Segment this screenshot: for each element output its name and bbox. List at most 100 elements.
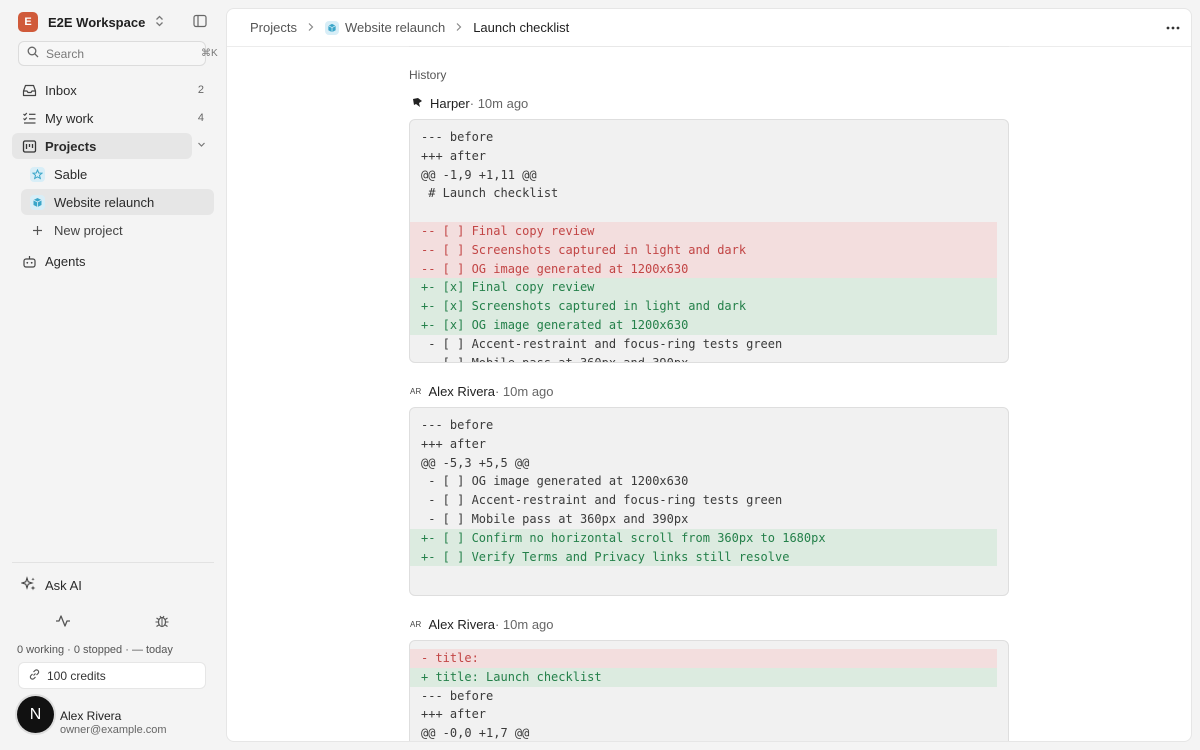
history-time: · 10m ago [469, 95, 529, 111]
history-time: · 10m ago [494, 616, 554, 632]
history-title: History [409, 68, 447, 82]
diff-line-context: --- before [421, 130, 494, 144]
agent-glyph-icon [412, 96, 423, 111]
diff-line-context: - [ ] Mobile pass at 360px and 390px [421, 511, 689, 526]
star-icon [30, 166, 45, 182]
link-icon [28, 668, 41, 684]
new-project-button[interactable]: New project [21, 217, 214, 243]
diff-line-removed: - title: [410, 649, 997, 668]
inbox-count: 2 [197, 84, 204, 96]
diff-line-removed: -- [ ] Final copy review [410, 221, 997, 241]
sidebar-item-label: Website relaunch [54, 194, 155, 210]
author-initials: AR [410, 386, 422, 396]
diff-block: --- before +++ after @@ -5,3 +5,5 @@ - [ ]… [409, 407, 1009, 596]
sidebar-item-label: New project [54, 222, 123, 238]
diff-line-context: +++ after [421, 148, 487, 163]
chevron-right-icon [455, 21, 463, 35]
workspace-name: E2E Workspace [48, 14, 146, 30]
diff-line-added: +- [x] Screenshots captured in light and… [410, 297, 997, 316]
diff-line-added: + title: Launch checklist [410, 667, 997, 687]
diff-line-added: +- [ ] Verify Terms and Privacy links st… [410, 547, 997, 567]
sparkles-icon [20, 575, 37, 595]
main-panel: Projects Website relaunch Launch checkli… [226, 8, 1192, 742]
sidebar-item-projects[interactable]: Projects [12, 133, 192, 159]
diff-line-added: +- [x] Final copy review [410, 278, 997, 298]
chevron-right-icon [307, 21, 315, 35]
author-initials: AR [410, 619, 422, 629]
sidebar: E E2E Workspace ⌘K Inbox 2 My work 4 [0, 0, 225, 750]
credits-label: 100 credits [47, 668, 106, 683]
diff-line-added: +- [x] OG image generated at 1200x630 [410, 315, 997, 335]
diff-line-context [410, 203, 997, 222]
diff-line-context: --- before [421, 688, 494, 703]
breadcrumb-project-label: Website relaunch [344, 19, 446, 35]
breadcrumb-current: Launch checklist [473, 20, 570, 35]
cube-icon [30, 194, 45, 210]
sidebar-item-label: Agents [45, 253, 86, 269]
ask-ai-label: Ask AI [45, 577, 82, 593]
projects-icon [21, 138, 37, 154]
search-box[interactable]: ⌘K [18, 41, 218, 66]
sidebar-project-sable[interactable]: Sable [21, 161, 214, 187]
user-name: Alex Rivera [60, 709, 122, 723]
diff-line-removed: -- [ ] Screenshots captured in light and… [410, 240, 997, 260]
user-email: owner@example.com [60, 724, 167, 736]
chevron-down-icon[interactable] [197, 140, 206, 152]
sidebar-divider [12, 562, 214, 563]
content-divider [409, 46, 1009, 47]
workspace-logo: E [18, 12, 38, 32]
history-time: · 10m ago [494, 383, 554, 399]
diff-line-context: - [ ] OG image generated at 1200x630 [421, 474, 689, 489]
sidebar-item-label: Projects [45, 138, 97, 154]
diff-line-context: @@ -0,0 +1,7 @@ [421, 726, 530, 741]
diff-line-context: @@ -5,3 +5,5 @@ [421, 455, 530, 470]
bug-icon[interactable] [154, 613, 170, 629]
my-work-count: 4 [197, 112, 204, 124]
sidebar-item-label: Inbox [45, 82, 77, 98]
diff-line-context: +++ after [421, 436, 487, 451]
ask-ai-button[interactable]: Ask AI [12, 572, 214, 598]
sidebar-item-my-work[interactable]: My work 4 [12, 105, 214, 131]
diff-line-added: +- [ ] Confirm no horizontal scroll from… [410, 528, 997, 548]
history-entry-header: Harper · 10m ago [412, 95, 528, 111]
sidebar-project-website-relaunch[interactable]: Website relaunch [21, 189, 214, 215]
breadcrumb-projects[interactable]: Projects [250, 20, 297, 35]
diff-line-context: # Launch checklist [421, 186, 559, 201]
sidebar-toggle-icon[interactable] [192, 13, 208, 29]
checklist-icon [21, 110, 37, 126]
agent-status: 0 working · 0 stopped · — today [17, 644, 173, 656]
avatar[interactable]: N [17, 696, 54, 733]
more-options-icon[interactable] [1163, 19, 1183, 37]
diff-line-context: - [ ] Accent-restraint and focus-ring te… [421, 336, 783, 351]
diff-line-context: +++ after [421, 707, 487, 722]
sidebar-item-inbox[interactable]: Inbox 2 [12, 77, 214, 103]
breadcrumb: Projects Website relaunch Launch checkli… [227, 9, 1191, 47]
plus-icon [30, 225, 45, 236]
history-entry-header: AR Alex Rivera · 10m ago [410, 383, 554, 399]
diff-line-removed: -- [ ] OG image generated at 1200x630 [410, 259, 997, 279]
diff-block: --- before +++ after @@ -1,9 +1,11 @@ # La… [409, 119, 1009, 363]
credits-button[interactable]: 100 credits [18, 662, 206, 689]
sidebar-item-label: Sable [54, 166, 88, 182]
diff-line-context: --- before [421, 418, 494, 432]
sidebar-item-label: My work [45, 110, 94, 126]
history-author: Harper [430, 95, 470, 111]
robot-icon [21, 253, 37, 269]
diff-block: - title: + title: Launch checklist --- bef… [409, 640, 1009, 741]
activity-icon[interactable] [55, 613, 71, 629]
search-icon [27, 46, 39, 61]
history-entry-header: AR Alex Rivera · 10m ago [410, 616, 554, 632]
sidebar-item-agents[interactable]: Agents [12, 248, 214, 274]
breadcrumb-project[interactable]: Website relaunch [324, 19, 446, 36]
inbox-icon [21, 82, 37, 98]
chevron-updown-icon [155, 15, 164, 30]
search-input[interactable] [46, 46, 201, 61]
history-author: Alex Rivera [428, 383, 495, 399]
diff-line-context: - [ ] Mobile pass at 360px and 390px [421, 355, 689, 363]
search-shortcut: ⌘K [201, 48, 218, 59]
diff-line-context: - [ ] Accent-restraint and focus-ring te… [421, 493, 783, 508]
diff-line-context: @@ -1,9 +1,11 @@ [421, 167, 537, 182]
history-author: Alex Rivera [428, 616, 495, 632]
cube-icon [324, 21, 339, 36]
workspace-switcher[interactable]: E E2E Workspace [18, 11, 208, 33]
